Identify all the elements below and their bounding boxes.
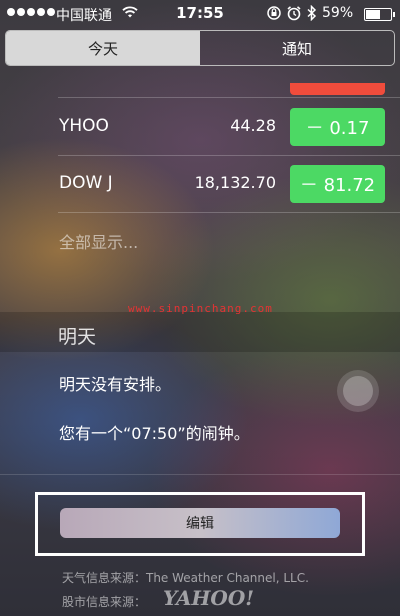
divider — [58, 212, 400, 213]
stock-source-label: 股市信息来源： — [62, 595, 147, 609]
stock-symbol: YHOO — [59, 116, 109, 136]
stock-change-badge-partial — [290, 83, 385, 95]
status-bar: 中国联通 17:55 59% — [0, 0, 400, 27]
divider — [58, 155, 400, 156]
stock-change-badge[interactable]: － 0.17 — [290, 108, 385, 146]
orientation-lock-icon — [266, 5, 282, 25]
battery-percent: 59% — [322, 5, 354, 21]
tab-notifications[interactable]: 通知 — [200, 31, 394, 65]
divider — [0, 474, 400, 475]
bluetooth-icon — [307, 4, 317, 25]
assistive-touch-button[interactable] — [337, 370, 379, 412]
yahoo-logo: YAHOO! — [163, 586, 255, 610]
alarm-icon — [286, 5, 302, 25]
stock-change-badge[interactable]: － 81.72 — [290, 165, 385, 203]
watermark-text: www.sinpinchang.com — [128, 302, 273, 315]
divider — [58, 97, 400, 98]
stock-row-dowj[interactable]: DOW J 18,132.70 － 81.72 — [0, 165, 400, 205]
weather-source-text: 天气信息来源：The Weather Channel, LLC. — [62, 571, 309, 585]
show-all-link[interactable]: 全部显示... — [59, 229, 138, 253]
tomorrow-section-header: 明天 — [58, 326, 97, 348]
edit-button[interactable]: 编辑 — [60, 508, 340, 538]
tomorrow-alarm-note: 您有一个“07:50”的闹钟。 — [59, 424, 250, 443]
stock-price: 18,132.70 — [194, 173, 276, 192]
tomorrow-no-events: 明天没有安排。 — [59, 375, 172, 394]
tab-today[interactable]: 今天 — [6, 31, 200, 65]
stock-row-yhoo[interactable]: YHOO 44.28 － 0.17 — [0, 108, 400, 148]
stock-symbol: DOW J — [59, 173, 113, 193]
today-notifications-tabs: 今天 通知 — [5, 30, 395, 66]
battery-icon — [364, 8, 395, 21]
stock-price: 44.28 — [230, 116, 276, 135]
